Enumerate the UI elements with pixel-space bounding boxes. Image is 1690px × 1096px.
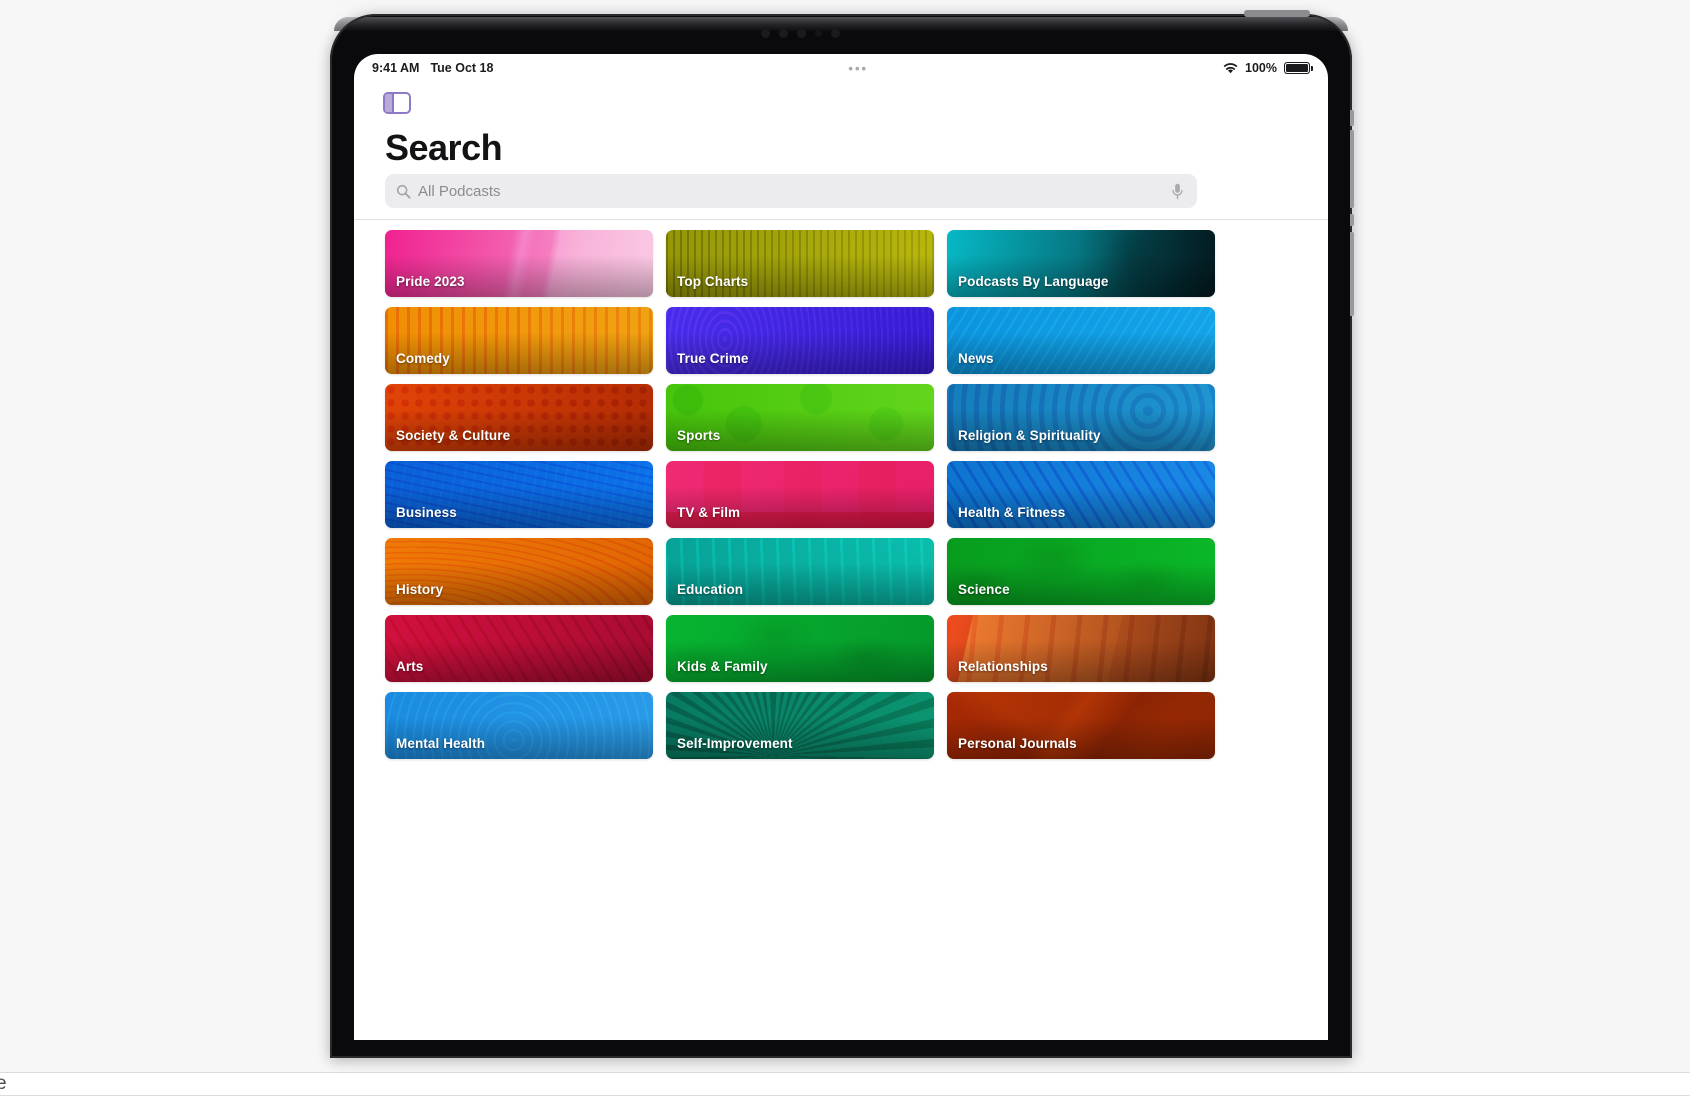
category-tile[interactable]: News: [947, 307, 1215, 374]
category-tile-label: Religion & Spirituality: [958, 428, 1101, 443]
category-tile[interactable]: Kids & Family: [666, 615, 934, 682]
category-tile[interactable]: Arts: [385, 615, 653, 682]
category-tile[interactable]: Comedy: [385, 307, 653, 374]
category-grid: Pride 2023 Top Charts Podcasts By Language…: [385, 230, 1297, 759]
ipad-screen: 9:41 AM Tue Oct 18 ••• 100% Search All P…: [354, 54, 1328, 1040]
app-content: Search All Podcasts Pride 2023 Top Charts…: [354, 54, 1328, 1040]
category-tile-label: Health & Fitness: [958, 505, 1066, 520]
category-tile-label: Kids & Family: [677, 659, 768, 674]
category-tile[interactable]: Self-Improvement: [666, 692, 934, 759]
category-tile[interactable]: TV & Film: [666, 461, 934, 528]
category-tile-label: Society & Culture: [396, 428, 511, 443]
category-tile-label: Personal Journals: [958, 736, 1077, 751]
category-tile[interactable]: Society & Culture: [385, 384, 653, 451]
category-tile-label: News: [958, 351, 994, 366]
category-tile-label: Pride 2023: [396, 274, 465, 289]
category-tile-label: Arts: [396, 659, 424, 674]
volume-up-button[interactable]: [1350, 110, 1354, 126]
sidebar-toggle-pane: [385, 94, 394, 112]
category-tile[interactable]: Pride 2023: [385, 230, 653, 297]
search-placeholder: All Podcasts: [418, 182, 501, 200]
category-tile[interactable]: Mental Health: [385, 692, 653, 759]
category-tile-label: Business: [396, 505, 457, 520]
category-tile[interactable]: Relationships: [947, 615, 1215, 682]
power-button[interactable]: [1244, 10, 1310, 17]
side-rail-upper[interactable]: [1350, 130, 1354, 208]
camera-dot: [779, 28, 788, 38]
microphone-icon[interactable]: [1171, 183, 1184, 200]
search-input[interactable]: All Podcasts: [385, 174, 1197, 208]
category-tile-label: Relationships: [958, 659, 1048, 674]
category-tile[interactable]: Business: [385, 461, 653, 528]
category-tile-label: Sports: [677, 428, 721, 443]
category-tile[interactable]: Sports: [666, 384, 934, 451]
category-tile-label: True Crime: [677, 351, 749, 366]
category-tile-label: Podcasts By Language: [958, 274, 1109, 289]
category-tile[interactable]: Science: [947, 538, 1215, 605]
camera-dot: [815, 29, 822, 37]
side-rail-lower[interactable]: [1350, 232, 1354, 316]
category-tile[interactable]: Education: [666, 538, 934, 605]
page-title: Search: [385, 127, 503, 168]
category-tile[interactable]: Top Charts: [666, 230, 934, 297]
header-divider: [354, 219, 1328, 220]
camera-dot: [831, 28, 840, 38]
category-artwork-scrim: [385, 640, 653, 682]
sidebar-toggle-icon[interactable]: [383, 92, 411, 114]
page-background-left: [0, 0, 330, 1072]
category-tile[interactable]: Religion & Spirituality: [947, 384, 1215, 451]
category-tile[interactable]: True Crime: [666, 307, 934, 374]
bottom-strip: [0, 1073, 1690, 1096]
search-icon: [396, 184, 411, 199]
category-tile[interactable]: History: [385, 538, 653, 605]
category-tile[interactable]: Podcasts By Language: [947, 230, 1215, 297]
front-camera-array: [761, 26, 921, 40]
category-tile-label: History: [396, 582, 444, 597]
volume-down-button[interactable]: [1350, 214, 1354, 226]
category-tile-label: Self-Improvement: [677, 736, 793, 751]
cut-off-text: e: [0, 1073, 7, 1094]
category-tile-label: Science: [958, 582, 1010, 597]
category-tile-label: TV & Film: [677, 505, 741, 520]
category-tile-label: Comedy: [396, 351, 450, 366]
camera-dot: [797, 28, 806, 38]
category-tile-label: Top Charts: [677, 274, 749, 289]
camera-dot: [761, 28, 770, 38]
category-tile-label: Education: [677, 582, 744, 597]
page-root: e 9:41 AM Tue Oct 18 ••• 100% Search All…: [0, 0, 1690, 1096]
category-tile[interactable]: Health & Fitness: [947, 461, 1215, 528]
category-tile-label: Mental Health: [396, 736, 486, 751]
category-tile[interactable]: Personal Journals: [947, 692, 1215, 759]
